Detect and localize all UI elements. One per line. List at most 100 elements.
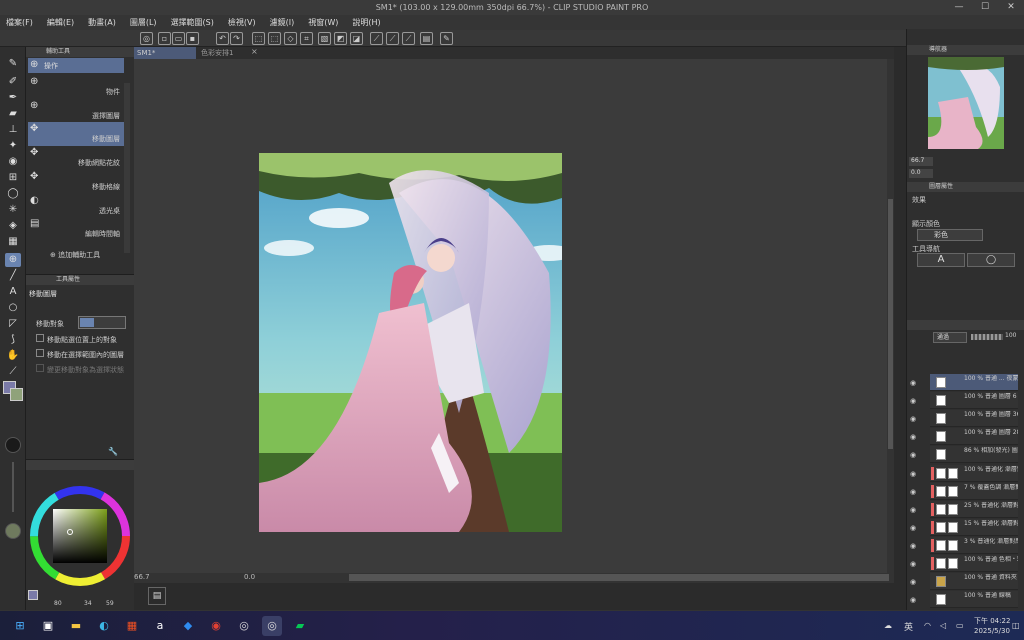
transform-tool-icon[interactable]: ⊞ bbox=[5, 171, 21, 185]
display-color-select[interactable]: 彩色 bbox=[917, 229, 983, 241]
redo-icon[interactable]: ↷ bbox=[230, 32, 243, 45]
layer-visibility-icon[interactable]: ◉ bbox=[908, 396, 918, 406]
brush-size-slider[interactable] bbox=[12, 462, 14, 512]
subtool-select-layer[interactable]: ⊕ 選擇圖層 bbox=[28, 99, 124, 123]
subtool-move-grid[interactable]: ✥ 移動格線 bbox=[28, 170, 124, 194]
frame-tool-icon[interactable]: ◸ bbox=[5, 317, 21, 331]
navigator-rotate[interactable]: 0.0 bbox=[909, 169, 933, 178]
status-angle[interactable]: 0.0 bbox=[244, 573, 255, 581]
dropbox-icon[interactable]: ◆ bbox=[178, 616, 198, 636]
canvas-horizontal-scrollbar[interactable]: 66.7 0.0 bbox=[134, 573, 894, 583]
close-tab-icon[interactable]: × bbox=[251, 47, 258, 56]
tab-sm1[interactable]: SM1* bbox=[134, 47, 196, 59]
layer-row[interactable]: 7 % 覆蓋色調 漸層對應 2 bbox=[930, 483, 1018, 500]
operation-tool-icon[interactable]: ⊕ bbox=[5, 253, 21, 267]
line-app-icon[interactable]: ▰ bbox=[290, 616, 310, 636]
option-select-target[interactable]: 變更移動對象為選擇狀態 bbox=[36, 364, 124, 375]
subtool-scrollbar[interactable] bbox=[124, 83, 130, 253]
layer-row[interactable]: 3 % 普通化 漸層對應 3 bbox=[930, 537, 1018, 554]
menu-help[interactable]: 說明(H) bbox=[352, 15, 380, 30]
subtool-light-table[interactable]: ◐ 透光桌 bbox=[28, 194, 124, 218]
open-file-icon[interactable]: ▭ bbox=[172, 32, 185, 45]
menu-animation[interactable]: 動畫(A) bbox=[88, 15, 116, 30]
close-button[interactable]: ✕ bbox=[998, 0, 1024, 15]
target-option-layer[interactable] bbox=[80, 318, 94, 327]
subtool-move-layer[interactable]: ✥ 移動圖層 bbox=[28, 122, 124, 146]
layer-row[interactable]: 100 % 普通 圖層 6 的複製 bbox=[930, 392, 1018, 409]
file-explorer-icon[interactable]: ▬ bbox=[66, 616, 86, 636]
document-icon[interactable]: ▤ bbox=[420, 32, 433, 45]
clear-outside-icon[interactable]: ◪ bbox=[350, 32, 363, 45]
notification-icon[interactable]: ◫ bbox=[1012, 621, 1020, 630]
opacity-value[interactable]: 100 bbox=[1005, 332, 1016, 339]
fill-icon[interactable]: ◩ bbox=[334, 32, 347, 45]
status-zoom[interactable]: 66.7 bbox=[134, 573, 150, 581]
lasso-tool-icon[interactable]: ◯ bbox=[5, 187, 21, 201]
layer-visibility-icon[interactable]: ◉ bbox=[908, 523, 918, 533]
network-status-icon[interactable]: ☁ bbox=[884, 621, 892, 630]
save-icon[interactable]: ▪ bbox=[186, 32, 199, 45]
layer-visibility-icon[interactable]: ◉ bbox=[908, 450, 918, 460]
layer-visibility-icon[interactable]: ◉ bbox=[908, 487, 918, 497]
canvas-vertical-scrollbar[interactable] bbox=[887, 59, 894, 577]
subtool-edit-timeline[interactable]: ▤ 編輯時間軸 bbox=[28, 217, 124, 241]
add-subtool-button[interactable]: ⊕ 追加輔助工具 bbox=[50, 250, 100, 260]
option-move-selection[interactable]: 移動在選擇範圍內的圖層 bbox=[36, 349, 124, 360]
layer-visibility-icon[interactable]: ◉ bbox=[908, 414, 918, 424]
clip-studio-paint-icon[interactable]: ◎ bbox=[262, 616, 282, 636]
magic-wand-icon[interactable]: ✳ bbox=[5, 203, 21, 217]
balloon-tool-icon[interactable]: ○ bbox=[5, 301, 21, 315]
layer-row[interactable]: 100 % 普通 線稿 bbox=[930, 591, 1018, 608]
layer-visibility-icon[interactable]: ◉ bbox=[908, 595, 918, 605]
hscroll-thumb[interactable] bbox=[349, 574, 889, 581]
text-tool-icon[interactable]: A bbox=[5, 285, 21, 299]
wrench-icon[interactable]: 🔧 bbox=[108, 447, 118, 456]
layer-row[interactable]: 100 % 普通 色相・彩度・明 bbox=[930, 555, 1018, 572]
clip-studio-icon[interactable]: ◎ bbox=[140, 32, 153, 45]
subtool-operation[interactable]: ⊕ 操作 bbox=[28, 58, 124, 73]
layer-visibility-icon[interactable]: ◉ bbox=[908, 378, 918, 388]
brush-tool-icon[interactable]: ✒ bbox=[5, 91, 21, 105]
snap-grid-icon[interactable]: ⟋ bbox=[402, 32, 415, 45]
menu-view[interactable]: 檢視(V) bbox=[228, 15, 256, 30]
blend-tool-icon[interactable]: ⊥ bbox=[5, 123, 21, 137]
select-all-icon[interactable]: ⬚ bbox=[268, 32, 281, 45]
menu-file[interactable]: 檔案(F) bbox=[6, 15, 33, 30]
layer-visibility-icon[interactable]: ◉ bbox=[908, 577, 918, 587]
clip-studio-launcher-icon[interactable]: ◎ bbox=[234, 616, 254, 636]
layer-row[interactable]: 100 % 普通 ... 夜蒙天使3 夏 bbox=[930, 374, 1018, 391]
move-target-selector[interactable] bbox=[78, 316, 126, 329]
layer-row[interactable]: 100 % 普通 圖層 28 bbox=[930, 428, 1018, 445]
clock-time[interactable]: 下午 04:22 bbox=[974, 616, 1010, 626]
pencil-tool-icon[interactable]: ✐ bbox=[5, 75, 21, 89]
layer-row[interactable]: 86 % 相加(發光) 圖層 37 bbox=[930, 446, 1018, 463]
blend-mode-select[interactable]: 通過 bbox=[933, 332, 967, 343]
balloon-nav-button[interactable]: ◯ bbox=[967, 253, 1015, 267]
undo-icon[interactable]: ↶ bbox=[216, 32, 229, 45]
store-icon[interactable]: ▦ bbox=[122, 616, 142, 636]
pen-tool-icon[interactable]: ✎ bbox=[5, 57, 21, 71]
clear-icon[interactable]: ▧ bbox=[318, 32, 331, 45]
minimize-button[interactable]: — bbox=[946, 0, 972, 15]
layer-row[interactable]: 15 % 普通化 漸層對應 6 bbox=[930, 519, 1018, 536]
brush-size-indicator[interactable] bbox=[5, 437, 21, 453]
menu-selection[interactable]: 選擇範圍(S) bbox=[171, 15, 214, 30]
text-tool-nav-button[interactable]: A bbox=[917, 253, 965, 267]
snap-icon[interactable]: ⟋ bbox=[386, 32, 399, 45]
invert-selection-icon[interactable]: ◇ bbox=[284, 32, 297, 45]
battery-icon[interactable]: ▭ bbox=[956, 621, 964, 630]
layer-row[interactable]: 100 % 普通化 漸層對應 7 bbox=[930, 465, 1018, 482]
fill-tool-icon[interactable]: ◉ bbox=[5, 155, 21, 169]
correct-line-icon[interactable]: ⟆ bbox=[5, 333, 21, 347]
eraser-tool-icon[interactable]: ▰ bbox=[5, 107, 21, 121]
layer-visibility-icon[interactable]: ◉ bbox=[908, 559, 918, 569]
subtool-object[interactable]: ⊕ 物件 bbox=[28, 75, 124, 99]
layer-visibility-icon[interactable]: ◉ bbox=[908, 469, 918, 479]
opacity-slider[interactable] bbox=[971, 334, 1003, 340]
layer-row[interactable]: 100 % 普通 資料夾 3 bbox=[930, 573, 1018, 590]
smart-icon[interactable]: ✎ bbox=[440, 32, 453, 45]
menu-filter[interactable]: 濾鏡(I) bbox=[270, 15, 295, 30]
option-move-clicked[interactable]: 移動點選位置上的對象 bbox=[36, 334, 117, 345]
transform-icon[interactable]: ⌗ bbox=[300, 32, 313, 45]
clock-date[interactable]: 2025/5/30 bbox=[974, 627, 1010, 635]
